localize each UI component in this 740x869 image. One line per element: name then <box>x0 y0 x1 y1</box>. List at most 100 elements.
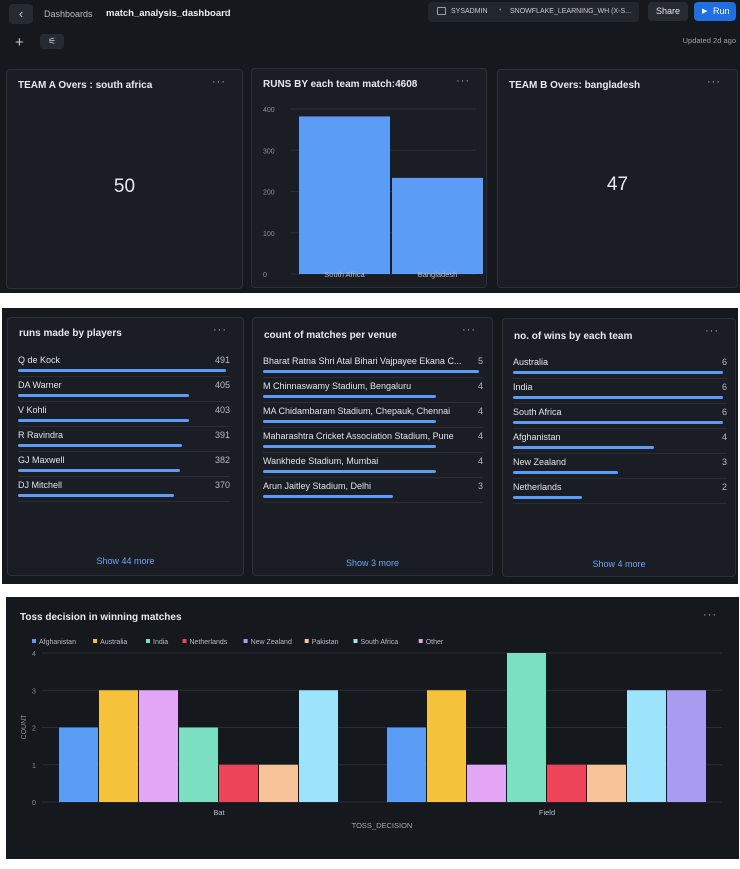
list-item-value: 382 <box>214 455 230 465</box>
warehouse-label: SNOWFLAKE_LEARNING_WH (X-S... <box>510 8 631 15</box>
list-item[interactable]: Afghanistan 4 <box>513 431 727 456</box>
bar <box>59 727 98 802</box>
list-item[interactable]: India 6 <box>513 381 727 406</box>
tile-title: no. of wins by each team <box>514 331 633 342</box>
row-divider <box>18 451 230 452</box>
x-tick-label: South Africa <box>324 270 365 279</box>
list-item-name: M Chinnaswamy Stadium, Bengaluru <box>263 381 412 391</box>
sliders-icon: ⚟ <box>47 36 57 46</box>
list-item-value: 6 <box>721 407 727 417</box>
show-more-link[interactable]: Show 44 more <box>8 556 243 566</box>
run-button[interactable]: ▶ Run <box>694 2 736 21</box>
list-item-name: Australia <box>513 357 549 367</box>
bar <box>299 116 390 274</box>
list-item[interactable]: GJ Maxwell 382 <box>18 454 230 479</box>
list-item-bar <box>263 370 479 373</box>
list-item-name: Bharat Ratna Shri Atal Bihari Vajpayee E… <box>263 356 462 366</box>
runs-bar-chart: 0 100 200 300 400 South Africa Bangladesh <box>263 107 483 279</box>
more-menu-icon[interactable]: ··· <box>213 324 227 336</box>
row-divider <box>263 452 483 453</box>
bar <box>387 727 426 802</box>
chevron-down-icon[interactable]: ▾ <box>224 8 228 17</box>
list-item-bar <box>263 445 436 448</box>
legend-label: New Zealand <box>251 639 292 646</box>
filter-settings-button[interactable]: ⚟ <box>40 34 64 49</box>
list-item-value: 403 <box>214 405 230 415</box>
list-item[interactable]: R Ravindra 391 <box>18 429 230 454</box>
list-item[interactable]: Netherlands 2 <box>513 481 727 506</box>
tile-wins-by-team[interactable]: no. of wins by each team ··· Australia 6 I… <box>502 318 736 577</box>
list-item[interactable]: Australia 6 <box>513 356 727 381</box>
list-item[interactable]: V Kohli 403 <box>18 404 230 429</box>
list-item-bar <box>18 494 174 497</box>
dashboard-title[interactable]: match_analysis_dashboard <box>106 8 231 19</box>
bar <box>139 690 178 802</box>
row-divider <box>263 477 483 478</box>
list-item[interactable]: Maharashtra Cricket Association Stadium,… <box>263 430 483 455</box>
bar <box>179 727 218 802</box>
tile-runs-by-players[interactable]: runs made by players ··· Q de Kock 491 DA … <box>7 317 244 576</box>
share-button[interactable]: Share <box>648 2 688 21</box>
list-item-bar <box>513 471 618 474</box>
legend-swatch <box>146 639 150 643</box>
y-tick-label: 300 <box>263 148 275 155</box>
list-item-value: 405 <box>214 380 230 390</box>
legend-swatch <box>353 639 358 643</box>
legend-label: Netherlands <box>190 639 228 646</box>
list-item-bar <box>263 395 436 398</box>
list-item[interactable]: MA Chidambaram Stadium, Chepauk, Chennai… <box>263 405 483 430</box>
context-selector[interactable]: SYSADMIN • SNOWFLAKE_LEARNING_WH (X-S... <box>428 2 639 22</box>
legend-label: Pakistan <box>312 639 339 646</box>
row-divider <box>263 402 483 403</box>
back-button[interactable]: ‹ <box>9 4 33 24</box>
list-item[interactable]: Arun Jaitley Stadium, Delhi 3 <box>263 480 483 505</box>
more-menu-icon[interactable]: ··· <box>707 76 721 88</box>
list-item[interactable]: Wankhede Stadium, Mumbai 4 <box>263 455 483 480</box>
tile-title: count of matches per venue <box>264 330 397 341</box>
bar <box>467 764 506 802</box>
list-item[interactable]: M Chinnaswamy Stadium, Bengaluru 4 <box>263 380 483 405</box>
list-item-bar <box>513 421 723 424</box>
list-item-value: 370 <box>214 480 230 490</box>
list-item-bar <box>513 371 723 374</box>
list-item[interactable]: Q de Kock 491 <box>18 354 230 379</box>
list-item[interactable]: New Zealand 3 <box>513 456 727 481</box>
y-tick-label: 2 <box>32 726 36 733</box>
list-item[interactable]: Bharat Ratna Shri Atal Bihari Vajpayee E… <box>263 355 483 380</box>
breadcrumb-dashboards[interactable]: Dashboards <box>44 9 93 19</box>
list-item-bar <box>513 496 583 499</box>
list-item-bar <box>18 444 183 447</box>
bar <box>99 690 138 802</box>
bar <box>392 177 483 274</box>
show-more-link[interactable]: Show 4 more <box>503 559 735 569</box>
tile-team-a-overs[interactable]: TEAM A Overs : south africa ··· 50 <box>6 69 243 289</box>
toss-decision-chart: Afghanistan Australia India Netherlands New … <box>21 639 722 830</box>
row-divider <box>18 426 230 427</box>
more-menu-icon[interactable]: ··· <box>705 325 719 337</box>
list-item-bar <box>263 470 436 473</box>
list-item-name: V Kohli <box>18 405 47 415</box>
more-menu-icon[interactable]: ··· <box>212 76 226 88</box>
tile-runs-by-team[interactable]: RUNS BY each team match:4608 ··· 0 100 200… <box>251 68 487 288</box>
y-tick-label: 3 <box>32 688 36 695</box>
more-menu-icon[interactable]: ··· <box>462 324 476 336</box>
legend-label: Other <box>426 639 444 646</box>
tile-team-b-overs[interactable]: TEAM B Overs: bangladesh ··· 47 <box>497 69 738 288</box>
list-item-name: R Ravindra <box>18 430 64 440</box>
list-item-bar <box>18 419 189 422</box>
y-tick-label: 4 <box>32 651 36 658</box>
x-tick-label: Field <box>539 808 555 817</box>
list-item[interactable]: DA Warner 405 <box>18 379 230 404</box>
list-item-value: 6 <box>721 382 727 392</box>
legend-swatch <box>418 639 423 643</box>
x-tick-label: Bat <box>213 808 225 817</box>
tile-matches-per-venue[interactable]: count of matches per venue ··· Bharat Ra… <box>252 317 493 576</box>
show-more-link[interactable]: Show 3 more <box>253 558 492 568</box>
y-tick-label: 400 <box>263 107 275 114</box>
y-tick-label: 200 <box>263 190 275 197</box>
bar <box>667 690 706 802</box>
list-item[interactable]: DJ Mitchell 370 <box>18 479 230 504</box>
add-tile-icon[interactable]: + <box>15 34 24 51</box>
list-item[interactable]: South Africa 6 <box>513 406 727 431</box>
x-tick-label: Bangladesh <box>418 270 458 279</box>
